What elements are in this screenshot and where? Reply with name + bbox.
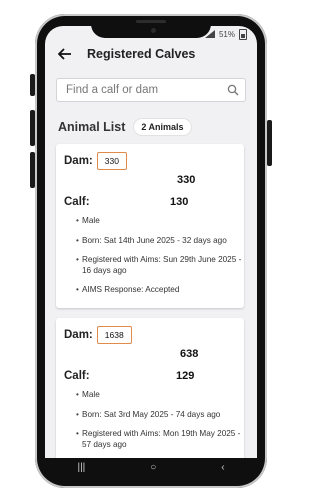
app-bar: Registered Calves	[45, 40, 257, 68]
dam-label: Dam:	[64, 329, 93, 341]
home-icon[interactable]: ○	[150, 462, 156, 473]
calf-registered: Registered with Aims: Sun 29th June 2025…	[76, 255, 242, 276]
front-camera	[151, 28, 156, 33]
dam-number: 330	[177, 174, 196, 186]
calf-born: Born: Sat 14th June 2025 - 32 days ago	[76, 236, 242, 247]
dam-number: 638	[180, 348, 199, 360]
animal-card[interactable]: Dam: 330 330 Calf: 130 Male Born: Sat 14…	[56, 144, 244, 308]
search-input[interactable]	[64, 83, 224, 97]
back-nav-icon[interactable]: ‹	[221, 462, 224, 473]
page-title: Registered Calves	[87, 47, 196, 61]
back-arrow-icon[interactable]	[57, 46, 73, 62]
speaker-grille	[136, 20, 166, 23]
calf-sex: Male	[76, 216, 242, 227]
dam-tag: 330	[96, 152, 127, 170]
calf-label: Calf:	[64, 196, 90, 208]
dam-label: Dam:	[64, 155, 93, 167]
calf-label: Calf:	[64, 370, 90, 382]
dam-tag: 1638	[96, 326, 132, 344]
calf-details-list: Male Born: Sat 14th June 2025 - 32 days …	[76, 216, 242, 305]
phone-notch	[91, 20, 211, 38]
search-icon[interactable]	[224, 81, 242, 99]
status-bar: 51%	[204, 28, 247, 40]
aims-response: AIMS Response: Accepted	[76, 285, 242, 296]
recent-apps-icon[interactable]: |||	[77, 462, 85, 473]
animal-count-badge: 2 Animals	[133, 118, 192, 136]
animal-card[interactable]: Dam: 1638 638 Calf: 129 Male Born: Sat 3…	[56, 318, 244, 474]
search-box	[56, 78, 246, 102]
system-nav-bar: ||| ○ ‹	[45, 458, 257, 476]
app-screen: 51% Registered Calves Animal List 2 Anim…	[45, 26, 257, 474]
battery-percent: 51%	[218, 29, 235, 39]
phone-power-button	[267, 120, 272, 166]
calf-born: Born: Sat 3rd May 2025 - 74 days ago	[76, 410, 242, 421]
battery-icon	[239, 28, 247, 40]
calf-number: 129	[176, 370, 195, 382]
calf-registered: Registered with Aims: Mon 19th May 2025 …	[76, 429, 242, 450]
calf-details-list: Male Born: Sat 3rd May 2025 - 74 days ag…	[76, 390, 242, 459]
calf-sex: Male	[76, 390, 242, 401]
animal-list-title: Animal List	[58, 120, 126, 134]
calf-number: 130	[170, 196, 189, 208]
animal-list-header: Animal List 2 Animals	[58, 118, 192, 136]
signal-icon	[204, 30, 215, 38]
